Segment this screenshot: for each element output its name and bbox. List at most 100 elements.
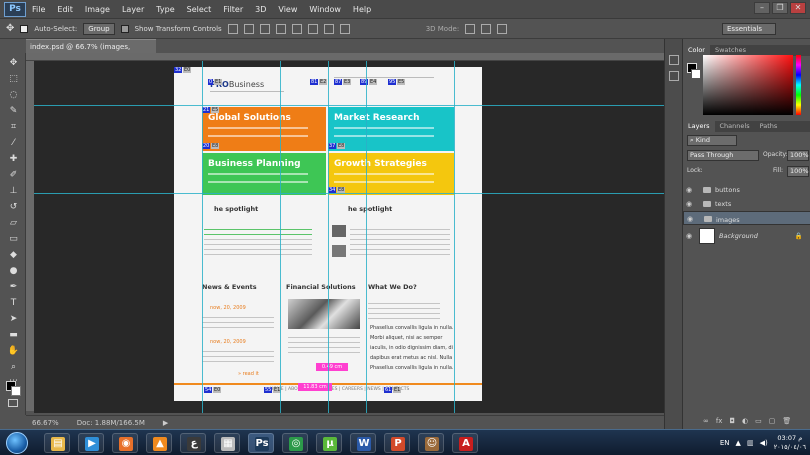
pen-tool-icon[interactable]: ✒ <box>7 281 20 294</box>
tab-paths[interactable]: Paths <box>755 121 783 132</box>
taskbar-app-chrome[interactable]: ◎ <box>282 433 308 453</box>
move-tool-icon[interactable]: ✥ <box>7 57 20 70</box>
taskbar-app-user-app[interactable]: ☺ <box>418 433 444 453</box>
bg-swatch[interactable] <box>691 69 701 79</box>
align-left-icon[interactable] <box>275 23 286 34</box>
zoom-level[interactable]: 66.67% <box>32 419 59 427</box>
start-button[interactable] <box>6 432 28 454</box>
tab-layers[interactable]: Layers <box>683 121 715 132</box>
color-spectrum[interactable] <box>703 55 793 115</box>
dodge-tool-icon[interactable]: ● <box>7 265 20 278</box>
healing-brush-tool-icon[interactable]: ✚ <box>7 153 20 166</box>
menu-view[interactable]: View <box>272 0 303 19</box>
read-more-link[interactable]: » read it <box>238 371 259 377</box>
language-indicator[interactable]: EN <box>720 439 730 447</box>
restore-button[interactable]: ❐ <box>772 2 788 14</box>
document-tab[interactable]: index.psd @ 66.7% (images, RGB/8) * × <box>26 39 156 65</box>
taskbar-app-vlc[interactable]: ▲ <box>146 433 172 453</box>
tab-channels[interactable]: Channels <box>715 121 755 132</box>
add-mask-icon[interactable]: ◘ <box>729 417 735 425</box>
menu-edit[interactable]: Edit <box>51 0 79 19</box>
menu-image[interactable]: Image <box>79 0 116 19</box>
path-select-tool-icon[interactable]: ➤ <box>7 313 20 326</box>
menu-type[interactable]: Type <box>150 0 180 19</box>
eraser-tool-icon[interactable]: ▱ <box>7 217 20 230</box>
minimize-button[interactable]: – <box>754 2 770 14</box>
layer-filter-kind[interactable]: ⌕ Kind <box>687 135 737 146</box>
tile-market-research[interactable]: Market Research <box>328 107 454 151</box>
align-center-icon[interactable] <box>291 23 302 34</box>
properties-icon[interactable] <box>669 71 679 81</box>
blend-mode-dropdown[interactable]: Pass Through <box>687 150 759 161</box>
guide-horizontal[interactable] <box>34 105 664 106</box>
show-transform-checkbox[interactable] <box>120 24 129 33</box>
brush-tool-icon[interactable]: ✐ <box>7 169 20 182</box>
menu-file[interactable]: File <box>26 0 51 19</box>
crop-tool-icon[interactable]: ⌗ <box>7 121 20 134</box>
eyedropper-tool-icon[interactable]: ⁄ <box>7 137 20 150</box>
canvas-area[interactable]: PROBusiness 32 E0 0 E1 81 E2 87 E3 89 E4… <box>34 61 664 413</box>
network-icon[interactable]: ▥ <box>747 439 754 447</box>
layer-row-texts[interactable]: ◉ texts <box>683 197 810 211</box>
guide-vertical[interactable] <box>328 61 329 413</box>
guide-vertical[interactable] <box>366 61 367 413</box>
tray-arrow-icon[interactable]: ▲ <box>736 439 741 447</box>
taskbar-app-acrobat[interactable]: A <box>452 433 478 453</box>
blur-tool-icon[interactable]: ◆ <box>7 249 20 262</box>
align-middle-icon[interactable] <box>243 23 254 34</box>
status-arrow-icon[interactable]: ▶ <box>163 419 168 427</box>
lasso-tool-icon[interactable]: ◌ <box>7 89 20 102</box>
history-brush-tool-icon[interactable]: ↺ <box>7 201 20 214</box>
visibility-eye-icon[interactable]: ◉ <box>687 212 693 226</box>
menu-3d[interactable]: 3D <box>249 0 272 19</box>
workspace-dropdown[interactable]: Essentials <box>722 22 776 35</box>
gradient-tool-icon[interactable]: ▭ <box>7 233 20 246</box>
auto-select-dropdown[interactable]: Group <box>83 22 115 35</box>
move-tool-icon[interactable]: ✥ <box>6 23 14 34</box>
layer-row-buttons[interactable]: ◉ buttons <box>683 183 810 197</box>
taskbar-app-utorrent[interactable]: μ <box>316 433 342 453</box>
ruler-horizontal[interactable] <box>26 53 664 61</box>
tile-growth-strategies[interactable]: Growth Strategies <box>328 153 454 195</box>
background-color-swatch[interactable] <box>11 386 21 396</box>
auto-select-checkbox[interactable] <box>20 24 29 33</box>
menu-filter[interactable]: Filter <box>217 0 249 19</box>
shape-tool-icon[interactable]: ▬ <box>7 329 20 342</box>
close-button[interactable]: ✕ <box>790 2 806 14</box>
guide-vertical[interactable] <box>454 61 455 413</box>
fill-input[interactable]: 100% <box>787 166 809 177</box>
guide-vertical[interactable] <box>280 61 281 413</box>
layer-row-images[interactable]: ◉ images <box>683 211 810 225</box>
taskbar-app-powerpoint[interactable]: P <box>384 433 410 453</box>
visibility-eye-icon[interactable]: ◉ <box>686 197 692 211</box>
marquee-tool-icon[interactable]: ⬚ <box>7 73 20 86</box>
history-icon[interactable] <box>669 55 679 65</box>
link-layers-icon[interactable]: ∞ <box>703 417 709 425</box>
guide-vertical[interactable] <box>202 61 203 413</box>
new-group-icon[interactable]: ▭ <box>755 417 762 425</box>
3d-rotate-icon[interactable] <box>465 23 476 34</box>
new-layer-icon[interactable]: ▢ <box>769 417 776 425</box>
3d-pan-icon[interactable] <box>497 23 508 34</box>
menu-window[interactable]: Window <box>303 0 347 19</box>
layer-row-background[interactable]: ◉ Background 🔒 <box>683 225 810 247</box>
3d-roll-icon[interactable] <box>481 23 492 34</box>
distribute-2-icon[interactable] <box>339 23 350 34</box>
tile-business-planning[interactable]: Business Planning <box>202 153 326 195</box>
layer-style-icon[interactable]: fx <box>716 417 723 425</box>
taskbar-app-explorer[interactable]: ▤ <box>44 433 70 453</box>
taskbar-app-firefox[interactable]: ◉ <box>112 433 138 453</box>
hand-tool-icon[interactable]: ✋ <box>7 345 20 358</box>
opacity-input[interactable]: 100% <box>787 150 809 161</box>
taskbar-app-arabic-app[interactable]: ع <box>180 433 206 453</box>
align-right-icon[interactable] <box>307 23 318 34</box>
taskbar-app-photoshop[interactable]: Ps <box>248 433 274 453</box>
delete-layer-icon[interactable]: 🗑 <box>782 417 791 425</box>
type-tool-icon[interactable]: T <box>7 297 20 310</box>
menu-help[interactable]: Help <box>347 0 377 19</box>
guide-horizontal[interactable] <box>34 193 664 194</box>
quick-mask-icon[interactable] <box>8 399 18 407</box>
clone-stamp-tool-icon[interactable]: ⊥ <box>7 185 20 198</box>
volume-icon[interactable]: ◀) <box>760 439 768 447</box>
align-bottom-icon[interactable] <box>259 23 270 34</box>
